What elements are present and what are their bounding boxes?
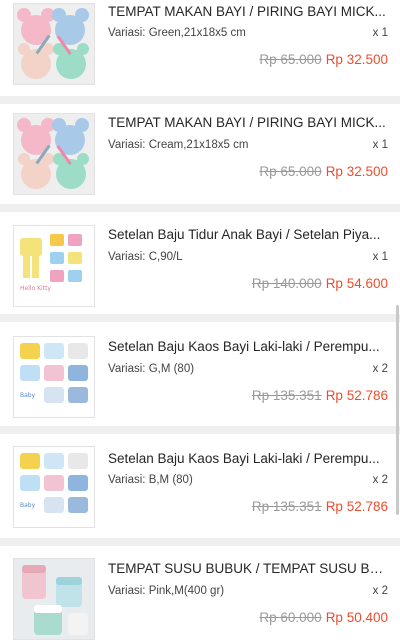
discounted-price: Rp 32.500 (325, 52, 388, 67)
product-variant: Variasi: C,90/L (108, 251, 183, 263)
list-item[interactable]: Baby Setelan Baju Kaos Bayi Laki-laki / … (0, 322, 400, 426)
price-group: Rp 140.000 Rp 54.600 (252, 276, 388, 291)
product-thumbnail[interactable] (13, 558, 95, 640)
product-title[interactable]: TEMPAT MAKAN BAYI / PIRING BAYI MICK... (108, 114, 386, 131)
pajama-set-image: Hello Kitty (14, 226, 94, 306)
mickey-plates-image (14, 4, 94, 84)
product-variant: Variasi: Green,21x18x5 cm (108, 27, 246, 39)
price-group: Rp 135.351 Rp 52.786 (252, 388, 388, 403)
list-item[interactable]: Baby Setelan Baju Kaos Bayi Laki-laki / … (0, 434, 400, 538)
product-title[interactable]: Setelan Baju Tidur Anak Bayi / Setelan P… (108, 226, 386, 243)
product-variant: Variasi: Cream,21x18x5 cm (108, 139, 249, 151)
product-quantity: x 1 (372, 27, 388, 39)
product-thumbnail[interactable] (13, 113, 95, 195)
product-title[interactable]: Setelan Baju Kaos Bayi Laki-laki / Perem… (108, 338, 386, 355)
original-price: Rp 65.000 (259, 164, 322, 179)
price-group: Rp 60.000 Rp 50.400 (259, 610, 388, 625)
product-quantity: x 1 (372, 251, 388, 263)
order-item-list: TEMPAT MAKAN BAYI / PIRING BAYI MICK... … (0, 0, 400, 640)
product-title[interactable]: Setelan Baju Kaos Bayi Laki-laki / Perem… (108, 450, 386, 467)
baby-clothes-image: Baby (14, 447, 94, 527)
price-group: Rp 65.000 Rp 32.500 (259, 164, 388, 179)
product-title[interactable]: TEMPAT SUSU BUBUK / TEMPAT SUSU BU... (108, 560, 386, 577)
discounted-price: Rp 52.786 (325, 499, 388, 514)
price-group: Rp 65.000 Rp 32.500 (259, 52, 388, 67)
original-price: Rp 65.000 (259, 52, 322, 67)
svg-text:Baby: Baby (20, 392, 36, 399)
product-variant: Variasi: Pink,M(400 gr) (108, 585, 225, 597)
product-variant: Variasi: B,M (80) (108, 474, 193, 486)
product-quantity: x 2 (372, 363, 388, 375)
product-thumbnail[interactable]: Hello Kitty (13, 225, 95, 307)
product-thumbnail[interactable] (13, 3, 95, 85)
original-price: Rp 60.000 (259, 610, 322, 625)
discounted-price: Rp 52.786 (325, 388, 388, 403)
product-thumbnail[interactable]: Baby (13, 446, 95, 528)
product-thumbnail[interactable]: Baby (13, 336, 95, 418)
mickey-plates-image (14, 114, 94, 194)
svg-text:Baby: Baby (20, 502, 36, 509)
baby-clothes-image: Baby (14, 337, 94, 417)
list-item[interactable]: Hello Kitty Setelan Baju Tidur Anak Bayi… (0, 212, 400, 314)
discounted-price: Rp 54.600 (325, 276, 388, 291)
original-price: Rp 135.351 (251, 499, 322, 514)
product-quantity: x 2 (372, 474, 388, 486)
discounted-price: Rp 32.500 (325, 164, 388, 179)
list-item[interactable]: TEMPAT MAKAN BAYI / PIRING BAYI MICK... … (0, 104, 400, 204)
svg-text:Hello Kitty: Hello Kitty (20, 285, 51, 292)
product-quantity: x 2 (372, 585, 388, 597)
scrollbar[interactable] (396, 305, 399, 515)
price-group: Rp 135.351 Rp 52.786 (252, 499, 388, 514)
original-price: Rp 140.000 (251, 276, 322, 291)
product-title[interactable]: TEMPAT MAKAN BAYI / PIRING BAYI MICK... (108, 3, 386, 20)
original-price: Rp 135.351 (251, 388, 322, 403)
milk-container-image (14, 559, 94, 639)
discounted-price: Rp 50.400 (325, 610, 388, 625)
product-variant: Variasi: G,M (80) (108, 363, 195, 375)
list-item[interactable]: TEMPAT SUSU BUBUK / TEMPAT SUSU BU... Va… (0, 546, 400, 640)
product-quantity: x 1 (372, 139, 388, 151)
list-item[interactable]: TEMPAT MAKAN BAYI / PIRING BAYI MICK... … (0, 0, 400, 96)
